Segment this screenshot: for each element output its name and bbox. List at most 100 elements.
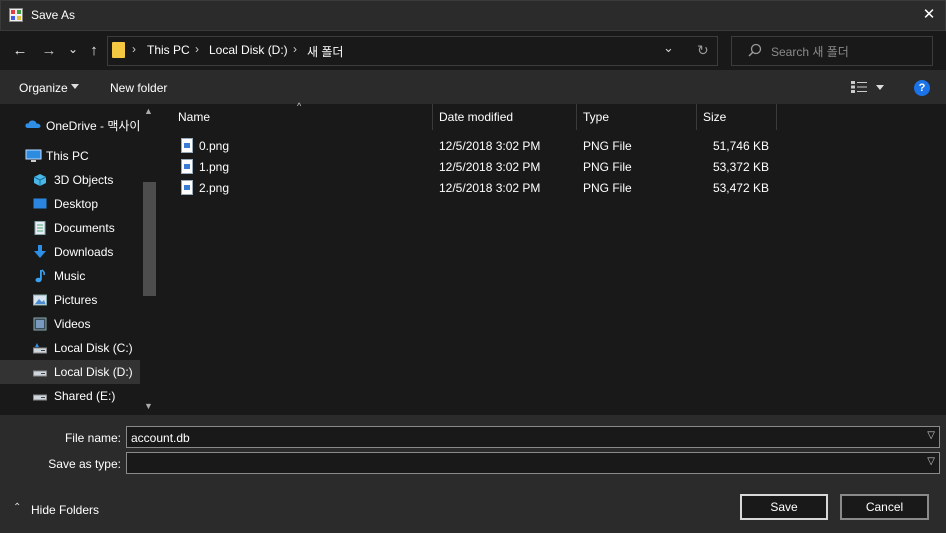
- chevron-up-icon[interactable]: ⌃: [13, 502, 21, 513]
- sidebar-item-documents[interactable]: Documents: [0, 216, 140, 240]
- sort-ascending-icon: ^: [297, 101, 302, 111]
- hide-folders-button[interactable]: Hide Folders: [31, 503, 99, 517]
- file-type: PNG File: [583, 139, 632, 153]
- save-button[interactable]: Save: [740, 494, 828, 520]
- cancel-button[interactable]: Cancel: [840, 494, 929, 520]
- picture-icon: [33, 294, 47, 306]
- sidebar-item-label: Downloads: [54, 245, 114, 259]
- up-arrow-icon[interactable]: ↑: [86, 42, 102, 60]
- sidebar-item-music[interactable]: Music: [0, 264, 140, 288]
- sidebar-item-label: Documents: [54, 221, 115, 235]
- sidebar-item-downloads[interactable]: Downloads: [0, 240, 140, 264]
- sidebar-item-label: 3D Objects: [54, 173, 114, 187]
- cube-icon: [33, 174, 47, 186]
- desktop-icon: [33, 198, 47, 209]
- window-title: Save As: [31, 8, 76, 22]
- file-date: 12/5/2018 3:02 PM: [439, 181, 541, 195]
- file-name: 2.png: [199, 181, 230, 195]
- download-icon: [34, 245, 46, 258]
- column-divider[interactable]: [432, 104, 433, 130]
- back-arrow-icon[interactable]: ←: [12, 42, 28, 60]
- table-row[interactable]: 0.png 12/5/2018 3:02 PM PNG File 51,746 …: [176, 136, 776, 156]
- column-header-name[interactable]: Name: [178, 110, 210, 124]
- drive-icon: [33, 370, 47, 377]
- sidebar-item-videos[interactable]: Videos: [0, 312, 140, 336]
- sidebar-item-shared-e[interactable]: Shared (E:): [0, 384, 140, 408]
- column-header-date-modified[interactable]: Date modified: [439, 110, 513, 124]
- column-divider[interactable]: [576, 104, 577, 130]
- breadcrumb-this-pc[interactable]: This PC: [147, 43, 190, 57]
- music-icon: [35, 269, 46, 283]
- save-dialog-icon: [9, 8, 23, 22]
- chevron-down-icon[interactable]: ▽: [927, 430, 935, 441]
- sidebar-item-label: Desktop: [54, 197, 99, 211]
- refresh-icon[interactable]: ↻: [697, 42, 709, 59]
- organize-button[interactable]: Organize: [19, 81, 68, 95]
- column-divider[interactable]: [776, 104, 777, 130]
- forward-arrow-icon[interactable]: →: [41, 42, 57, 60]
- chevron-down-icon[interactable]: ▽: [927, 456, 935, 467]
- table-row[interactable]: 1.png 12/5/2018 3:02 PM PNG File 53,372 …: [176, 157, 776, 177]
- folder-icon: [112, 42, 125, 58]
- drive-icon: [33, 394, 47, 401]
- search-placeholder: Search 새 폴더: [771, 45, 849, 59]
- sidebar-item-local-disk-d[interactable]: Local Disk (D:): [0, 360, 140, 384]
- column-divider[interactable]: [696, 104, 697, 130]
- png-file-icon: [181, 138, 193, 153]
- drive-icon: [33, 343, 47, 354]
- breadcrumb-separator: ›: [132, 42, 136, 56]
- recent-locations-icon[interactable]: ⌄: [67, 40, 79, 58]
- save-as-type-label: Save as type:: [48, 457, 121, 471]
- sidebar-item-label: Videos: [54, 317, 91, 331]
- organize-caret-icon[interactable]: [71, 84, 79, 89]
- sidebar-item-pictures[interactable]: Pictures: [0, 288, 140, 312]
- file-type: PNG File: [583, 181, 632, 195]
- sidebar-item-label: Music: [54, 269, 86, 283]
- breadcrumb-separator: ›: [195, 42, 199, 56]
- breadcrumb-current-folder[interactable]: 새 폴더: [307, 43, 343, 60]
- png-file-icon: [181, 159, 193, 174]
- file-name-label: File name:: [64, 431, 121, 445]
- address-dropdown-icon[interactable]: ⌄: [663, 40, 674, 56]
- sidebar-scrollbar-thumb[interactable]: [143, 182, 156, 296]
- file-name: 0.png: [199, 139, 230, 153]
- file-size: 53,372 KB: [712, 160, 769, 174]
- table-row[interactable]: 2.png 12/5/2018 3:02 PM PNG File 53,472 …: [176, 178, 776, 198]
- search-icon: [748, 43, 762, 57]
- file-size: 53,472 KB: [712, 181, 769, 195]
- breadcrumb-local-disk-d[interactable]: Local Disk (D:): [209, 43, 288, 57]
- view-caret-icon[interactable]: [876, 85, 884, 90]
- sidebar-item-label: Local Disk (C:): [54, 341, 133, 355]
- sidebar-item-label: Shared (E:): [54, 389, 116, 403]
- close-icon[interactable]: ✕: [918, 4, 940, 26]
- scroll-down-icon[interactable]: ▼: [144, 401, 153, 411]
- new-folder-button[interactable]: New folder: [110, 81, 167, 95]
- sidebar-item-label: OneDrive - 맥사이: [46, 119, 141, 133]
- scroll-up-icon[interactable]: ▲: [144, 106, 153, 116]
- column-header-size[interactable]: Size: [703, 110, 726, 124]
- save-as-type-select[interactable]: ▽: [126, 452, 940, 474]
- sidebar-item-label: This PC: [46, 149, 89, 163]
- computer-icon: [25, 149, 42, 162]
- file-date: 12/5/2018 3:02 PM: [439, 160, 541, 174]
- file-name-value: account.db: [131, 431, 190, 445]
- video-icon: [33, 317, 47, 331]
- breadcrumb-separator: ›: [293, 42, 297, 56]
- png-file-icon: [181, 180, 193, 195]
- sidebar-item-local-disk-c[interactable]: Local Disk (C:): [0, 336, 140, 360]
- column-header-type[interactable]: Type: [583, 110, 609, 124]
- help-icon[interactable]: ?: [914, 80, 930, 96]
- file-name-field[interactable]: account.db ▽: [126, 426, 940, 448]
- sidebar-item-label: Local Disk (D:): [54, 365, 133, 379]
- sidebar-item-label: Pictures: [54, 293, 98, 307]
- file-size: 51,746 KB: [712, 139, 769, 153]
- sidebar-item-3d-objects[interactable]: 3D Objects: [0, 168, 140, 192]
- sidebar-item-this-pc[interactable]: This PC: [0, 144, 140, 168]
- view-options-icon[interactable]: [851, 81, 867, 93]
- title-bar: [0, 0, 946, 31]
- document-icon: [34, 221, 46, 235]
- sidebar-item-onedrive[interactable]: OneDrive - 맥사이: [0, 112, 140, 136]
- sidebar-item-desktop[interactable]: Desktop: [0, 192, 140, 216]
- file-type: PNG File: [583, 160, 632, 174]
- file-date: 12/5/2018 3:02 PM: [439, 139, 541, 153]
